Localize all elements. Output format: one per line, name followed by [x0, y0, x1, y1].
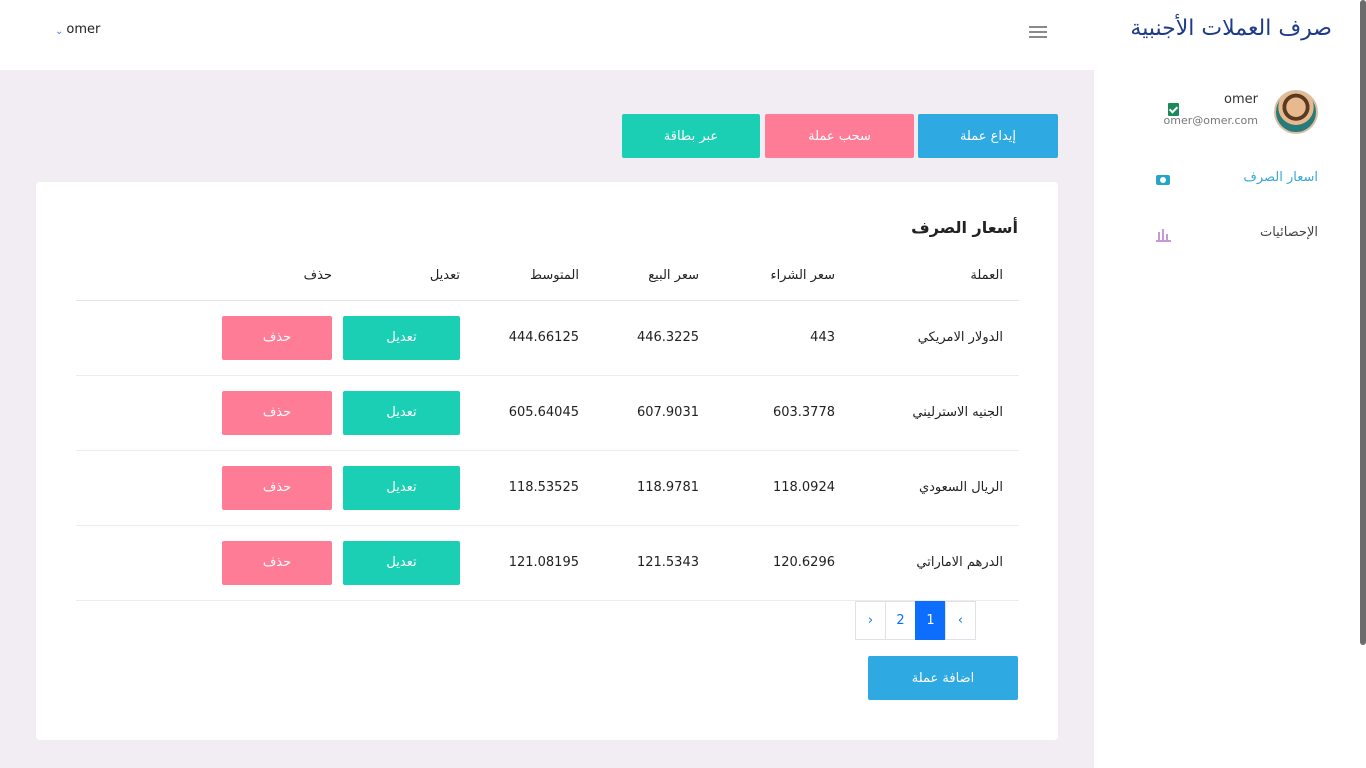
table-header-row: العملة سعر الشراء سعر البيع المتوسط تعدي…	[76, 256, 1019, 301]
edit-button[interactable]: تعديل	[343, 465, 460, 510]
table-row: الدرهم الاماراتي 120.6296 121.5343 121.0…	[76, 525, 1019, 601]
cell-delete: حذف	[76, 375, 332, 451]
cell-delete: حذف	[76, 450, 332, 526]
edit-button[interactable]: تعديل	[343, 315, 460, 360]
pagination-next[interactable]: ›	[855, 601, 886, 640]
card-title: أسعار الصرف	[911, 218, 1018, 237]
cell-average: 118.53525	[460, 450, 579, 526]
cell-sell: 121.5343	[579, 525, 699, 601]
sidebar-item-label: الإحصائيات	[1259, 225, 1318, 240]
profile-name: omer	[1224, 92, 1258, 107]
column-header-delete: حذف	[76, 256, 332, 301]
cell-buy: 443	[699, 300, 835, 376]
money-icon	[1156, 175, 1170, 185]
sidebar-item-label: اسعار الصرف	[1243, 170, 1318, 185]
edit-button[interactable]: تعديل	[343, 390, 460, 435]
table-row: الدولار الامريكي 443 446.3225 444.66125 …	[76, 300, 1019, 376]
app-title[interactable]: صرف العملات الأجنبية	[1130, 16, 1332, 41]
cell-sell: 607.9031	[579, 375, 699, 451]
cell-average: 605.64045	[460, 375, 579, 451]
delete-button[interactable]: حذف	[222, 315, 332, 360]
user-menu-toggle[interactable]: ⌄ omer	[55, 22, 100, 37]
cell-buy: 118.0924	[699, 450, 835, 526]
cell-edit: تعديل	[332, 375, 460, 451]
pagination-prev[interactable]: ‹	[945, 601, 976, 640]
sidebar: صرف العملات الأجنبية omer omer@omer.com …	[1094, 0, 1366, 768]
pagination-page-current[interactable]: 1	[915, 601, 946, 640]
cell-currency: الدولار الامريكي	[835, 300, 1019, 376]
add-currency-button[interactable]: اضافة عملة	[868, 656, 1018, 700]
cell-currency: الدرهم الاماراتي	[835, 525, 1019, 601]
cell-buy: 603.3778	[699, 375, 835, 451]
user-menu-name: omer	[66, 22, 101, 37]
column-header-sell: سعر البيع	[579, 256, 699, 301]
cell-sell: 118.9781	[579, 450, 699, 526]
exchange-rates-card: أسعار الصرف العملة سعر الشراء سعر البيع …	[36, 182, 1058, 740]
table-row: الريال السعودي 118.0924 118.9781 118.535…	[76, 450, 1019, 526]
column-header-average: المتوسط	[460, 256, 579, 301]
scrollbar[interactable]	[1360, 0, 1366, 645]
sidebar-item-statistics[interactable]: الإحصائيات	[1118, 223, 1318, 247]
delete-button[interactable]: حذف	[222, 465, 332, 510]
cell-sell: 446.3225	[579, 300, 699, 376]
cell-delete: حذف	[76, 525, 332, 601]
cell-buy: 120.6296	[699, 525, 835, 601]
sidebar-profile[interactable]: omer omer@omer.com	[1118, 88, 1318, 138]
cell-currency: الريال السعودي	[835, 450, 1019, 526]
table-row: الجنيه الاسترليني 603.3778 607.9031 605.…	[76, 375, 1019, 451]
cell-edit: تعديل	[332, 300, 460, 376]
exchange-rates-table: العملة سعر الشراء سعر البيع المتوسط تعدي…	[76, 256, 1019, 601]
pagination: › 2 1 ‹	[855, 601, 976, 640]
cell-average: 121.08195	[460, 525, 579, 601]
menu-icon[interactable]	[1029, 26, 1047, 39]
delete-button[interactable]: حذف	[222, 540, 332, 585]
delete-button[interactable]: حذف	[222, 390, 332, 435]
column-header-buy: سعر الشراء	[699, 256, 835, 301]
top-navbar: ⌄ omer	[0, 0, 1094, 70]
column-header-edit: تعديل	[332, 256, 460, 301]
cell-edit: تعديل	[332, 525, 460, 601]
verified-bookmark-icon	[1168, 103, 1179, 116]
cell-delete: حذف	[76, 300, 332, 376]
card-payment-button[interactable]: عبر بطاقة	[622, 114, 760, 158]
edit-button[interactable]: تعديل	[343, 540, 460, 585]
withdraw-currency-button[interactable]: سحب عملة	[765, 114, 914, 158]
column-header-currency: العملة	[835, 256, 1019, 301]
cell-edit: تعديل	[332, 450, 460, 526]
sidebar-item-exchange-rates[interactable]: اسعار الصرف	[1118, 168, 1318, 192]
bar-chart-icon	[1156, 229, 1171, 242]
cell-currency: الجنيه الاسترليني	[835, 375, 1019, 451]
avatar	[1274, 90, 1318, 134]
chevron-down-icon: ⌄	[55, 26, 64, 37]
pagination-page[interactable]: 2	[885, 601, 916, 640]
cell-average: 444.66125	[460, 300, 579, 376]
deposit-currency-button[interactable]: إيداع عملة	[918, 114, 1058, 158]
